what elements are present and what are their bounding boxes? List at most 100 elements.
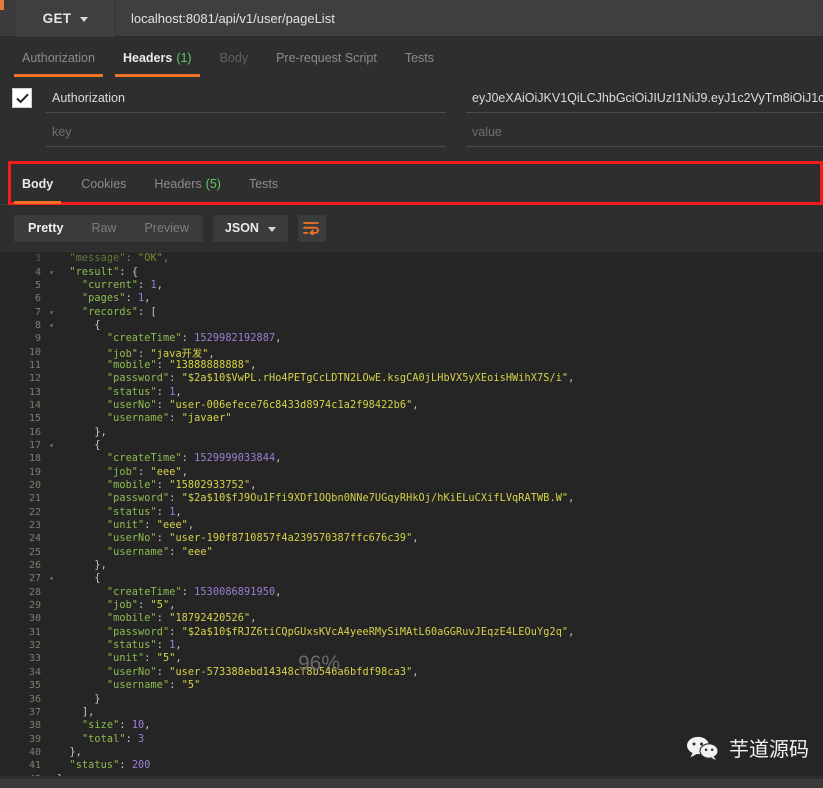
code-text: "job": "eee", [57, 467, 188, 478]
url-input[interactable]: localhost:8081/api/v1/user/pageList [116, 0, 823, 36]
tab-body[interactable]: Body [206, 39, 263, 77]
response-body-code-viewer[interactable]: 3 "message": "OK",4▾ "result": {5 "curre… [0, 251, 823, 776]
code-text: } [57, 774, 63, 776]
wrap-text-button[interactable] [298, 215, 326, 242]
line-number: 23 [0, 520, 46, 531]
code-text: "mobile": "18792420526", [57, 613, 257, 624]
code-text: }, [57, 747, 82, 758]
code-lines-container: 3 "message": "OK",4▾ "result": {5 "curre… [0, 252, 823, 776]
line-number: 8 [0, 320, 46, 331]
code-text: "job": "java开发", [57, 345, 215, 360]
code-line: 8▾ { [0, 319, 823, 332]
header-key-input[interactable]: Authorization [46, 83, 446, 113]
line-number: 15 [0, 413, 46, 424]
tab-headers[interactable]: Headers (1) [109, 39, 206, 77]
code-text: "status": 1, [57, 640, 182, 651]
code-text: "createTime": 1529999033844, [57, 453, 281, 464]
fold-toggle-icon[interactable]: ▾ [46, 321, 57, 330]
response-tab-headers[interactable]: Headers (5) [140, 163, 235, 204]
http-method-label: GET [43, 11, 72, 26]
code-text: { [57, 573, 101, 584]
code-line: 41 "status": 200 [0, 759, 823, 772]
line-number: 12 [0, 373, 46, 384]
line-number: 33 [0, 653, 46, 664]
line-number: 27 [0, 573, 46, 584]
code-line: 38 "size": 10, [0, 719, 823, 732]
line-number: 25 [0, 547, 46, 558]
line-number: 13 [0, 387, 46, 398]
code-text: "password": "$2a$10$VwPL.rHo4PETgCcLDTN2… [57, 373, 574, 384]
tab-label: Cookies [81, 177, 126, 191]
code-text: }, [57, 427, 107, 438]
line-number: 26 [0, 560, 46, 571]
view-mode-label: Preview [144, 221, 188, 235]
line-number: 18 [0, 453, 46, 464]
line-number: 19 [0, 467, 46, 478]
line-number: 4 [0, 267, 46, 278]
tab-count: (5) [206, 177, 221, 191]
http-method-selector[interactable]: GET [16, 0, 116, 37]
code-text: "mobile": "13888888888", [57, 360, 257, 371]
code-line: 27▾ { [0, 572, 823, 585]
response-tab-tests[interactable]: Tests [235, 163, 292, 204]
code-text: "unit": "5", [57, 653, 182, 664]
code-line: 24 "userNo": "user-190f8710857f4a2395703… [0, 532, 823, 545]
line-number: 7 [0, 307, 46, 318]
line-number: 30 [0, 613, 46, 624]
fold-toggle-icon[interactable]: ▾ [46, 574, 57, 583]
code-line: 7▾ "records": [ [0, 305, 823, 318]
line-number: 29 [0, 600, 46, 611]
code-line: 33 "unit": "5", [0, 652, 823, 665]
code-line: 19 "job": "eee", [0, 466, 823, 479]
tab-label: Headers [123, 51, 172, 65]
header-enabled-checkbox[interactable] [12, 88, 32, 108]
line-number: 16 [0, 427, 46, 438]
chevron-down-icon [268, 227, 276, 232]
view-mode-raw[interactable]: Raw [77, 215, 130, 242]
header-enabled-checkbox-empty[interactable] [12, 122, 32, 142]
fold-toggle-icon[interactable]: ▾ [46, 441, 57, 450]
code-text: "createTime": 1529982192887, [57, 333, 281, 344]
fold-toggle-icon[interactable]: ▾ [46, 268, 57, 277]
code-line: 4▾ "result": { [0, 265, 823, 278]
code-line: 9 "createTime": 1529982192887, [0, 332, 823, 345]
tab-pre-request-script[interactable]: Pre-request Script [262, 39, 391, 77]
request-tab-bar: Authorization Headers (1) Body Pre-reque… [0, 37, 823, 77]
view-mode-pretty[interactable]: Pretty [14, 215, 77, 242]
code-text: "username": "javaer" [57, 413, 232, 424]
code-text: "status": 1, [57, 507, 182, 518]
tab-label: Tests [249, 177, 278, 191]
code-line: 29 "job": "5", [0, 599, 823, 612]
code-text: "pages": 1, [57, 293, 151, 304]
header-key-input-empty[interactable]: key [46, 117, 446, 147]
fold-toggle-icon[interactable]: ▾ [46, 308, 57, 317]
code-line: 3 "message": "OK", [0, 252, 823, 265]
line-number: 32 [0, 640, 46, 651]
code-line: 12 "password": "$2a$10$VwPL.rHo4PETgCcLD… [0, 372, 823, 385]
code-text: "username": "5" [57, 680, 200, 691]
code-text: "result": { [57, 267, 138, 278]
code-text: "createTime": 1530086891950, [57, 587, 281, 598]
code-text: { [57, 440, 101, 451]
header-value-input-empty[interactable]: value [466, 117, 823, 147]
line-number: 3 [0, 253, 46, 264]
code-line: 36 } [0, 692, 823, 705]
view-mode-label: Raw [91, 221, 116, 235]
header-value-input[interactable]: eyJ0eXAiOiJKV1QiLCJhbGciOiJIUzI1NiJ9.eyJ… [466, 83, 823, 113]
code-text: "job": "5", [57, 600, 175, 611]
code-text: "userNo": "user-190f8710857f4a239570387f… [57, 533, 419, 544]
response-format-selector[interactable]: JSON [213, 215, 288, 242]
response-tab-bar: Body Cookies Headers (5) Tests [0, 163, 823, 205]
code-text: "userNo": "user-573388ebd14348cf8b546a6b… [57, 667, 419, 678]
response-tab-body[interactable]: Body [8, 163, 67, 204]
response-tab-cookies[interactable]: Cookies [67, 163, 140, 204]
code-text: }, [57, 560, 107, 571]
view-mode-preview[interactable]: Preview [130, 215, 202, 242]
tab-tests[interactable]: Tests [391, 39, 448, 77]
code-line: 10 "job": "java开发", [0, 345, 823, 358]
tab-authorization[interactable]: Authorization [8, 39, 109, 77]
line-number: 40 [0, 747, 46, 758]
line-number: 17 [0, 440, 46, 451]
chevron-down-icon [80, 17, 88, 22]
check-icon [16, 93, 29, 104]
